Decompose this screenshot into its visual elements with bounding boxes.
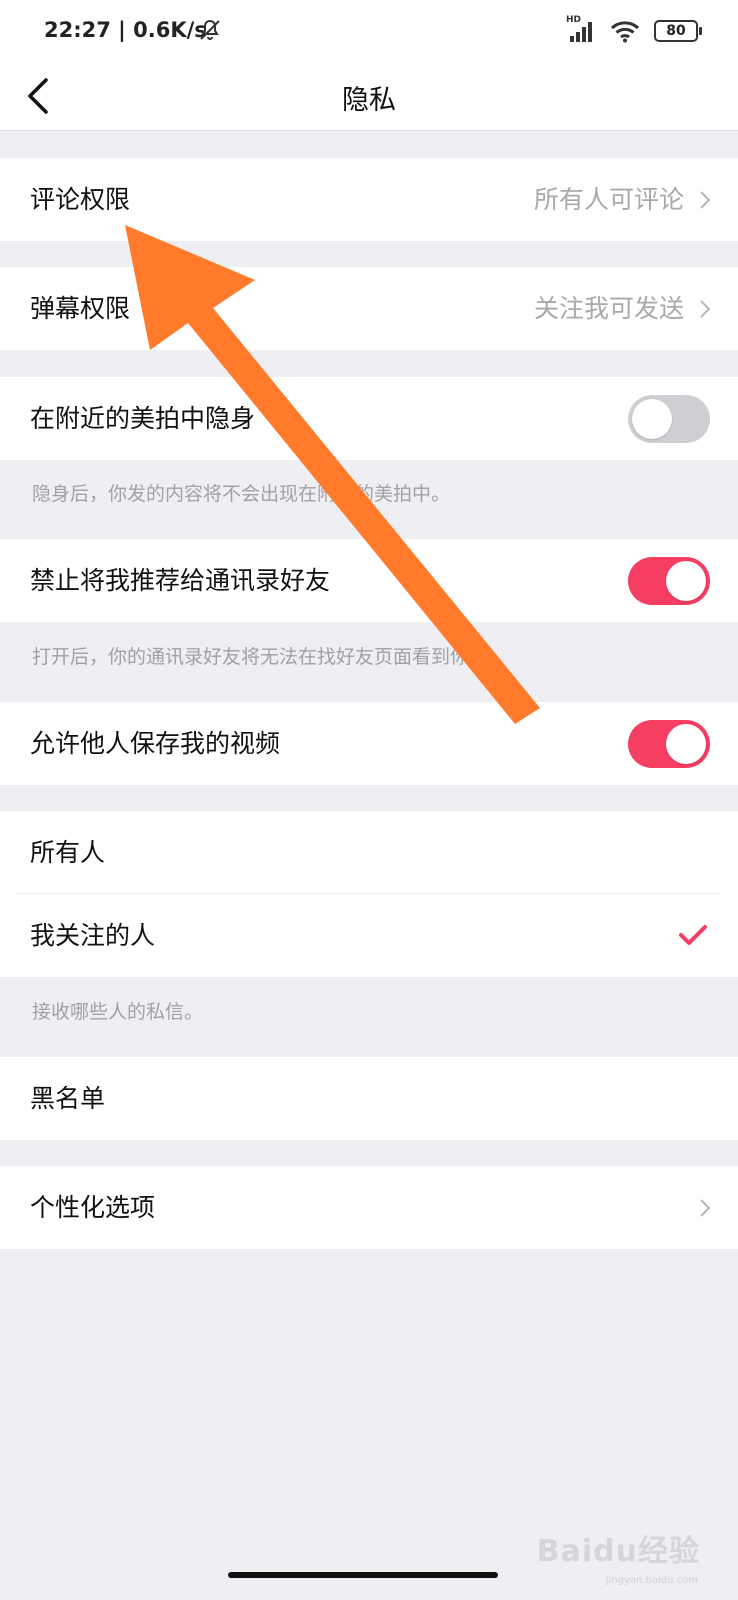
baidu-watermark-url: jingyan.baidu.com <box>605 1575 698 1586</box>
chevron-right-icon <box>700 191 711 209</box>
comment-permission-row[interactable]: 评论权限 所有人可评论 <box>0 158 738 241</box>
toggle-knob <box>666 561 706 601</box>
status-bar: 22:27 | 0.6K/s HD 80 <box>0 0 738 64</box>
block-contacts-recommend-label: 禁止将我推荐给通讯录好友 <box>30 566 331 595</box>
checkmark-icon <box>679 925 707 945</box>
private-message-hint: 接收哪些人的私信。 <box>32 1001 204 1023</box>
danmaku-permission-row[interactable]: 弹幕权限 关注我可发送 <box>0 267 738 350</box>
signal-icon: HD <box>566 15 596 44</box>
wifi-icon <box>610 21 640 43</box>
chevron-right-icon <box>700 300 711 318</box>
page-title: 隐私 <box>342 85 396 116</box>
hide-nearby-hint: 隐身后，你发的内容将不会出现在附近的美拍中。 <box>32 483 451 505</box>
hide-nearby-row: 在附近的美拍中隐身 <box>0 377 738 460</box>
block-contacts-recommend-hint: 打开后，你的通讯录好友将无法在找好友页面看到你。 <box>32 646 489 668</box>
danmaku-permission-value: 关注我可发送 <box>533 294 684 323</box>
block-contacts-recommend-row: 禁止将我推荐给通讯录好友 <box>0 539 738 622</box>
home-indicator[interactable] <box>228 1572 498 1578</box>
personalization-row[interactable]: 个性化选项 <box>0 1166 738 1249</box>
chevron-right-icon <box>700 1199 711 1217</box>
comment-permission-value: 所有人可评论 <box>533 185 684 214</box>
block-contacts-recommend-toggle[interactable] <box>628 557 710 605</box>
hide-nearby-toggle[interactable] <box>628 395 710 443</box>
hide-nearby-label: 在附近的美拍中隐身 <box>30 404 256 433</box>
personalization-label: 个性化选项 <box>30 1193 156 1222</box>
blacklist-label: 黑名单 <box>30 1084 106 1113</box>
toggle-knob <box>666 724 706 764</box>
baidu-watermark-logo: Baidu经验 <box>536 1534 700 1569</box>
message-option-label: 所有人 <box>30 838 106 867</box>
allow-save-videos-label: 允许他人保存我的视频 <box>30 729 281 758</box>
blacklist-row[interactable]: 黑名单 <box>0 1057 738 1140</box>
message-option-everyone[interactable]: 所有人 <box>0 811 738 894</box>
message-option-following[interactable]: 我关注的人 <box>0 894 738 977</box>
nav-bar: 隐私 <box>0 64 738 131</box>
danmaku-permission-label: 弹幕权限 <box>30 294 131 323</box>
allow-save-videos-row: 允许他人保存我的视频 <box>0 702 738 785</box>
battery-icon: 80 <box>654 20 702 42</box>
mute-bell-icon <box>200 19 220 40</box>
allow-save-videos-toggle[interactable] <box>628 720 710 768</box>
comment-permission-label: 评论权限 <box>30 185 131 214</box>
message-option-label: 我关注的人 <box>30 921 156 950</box>
status-icons: HD 80 <box>566 15 702 44</box>
toggle-knob <box>632 399 672 439</box>
status-time: 22:27 | 0.6K/s <box>44 18 207 42</box>
